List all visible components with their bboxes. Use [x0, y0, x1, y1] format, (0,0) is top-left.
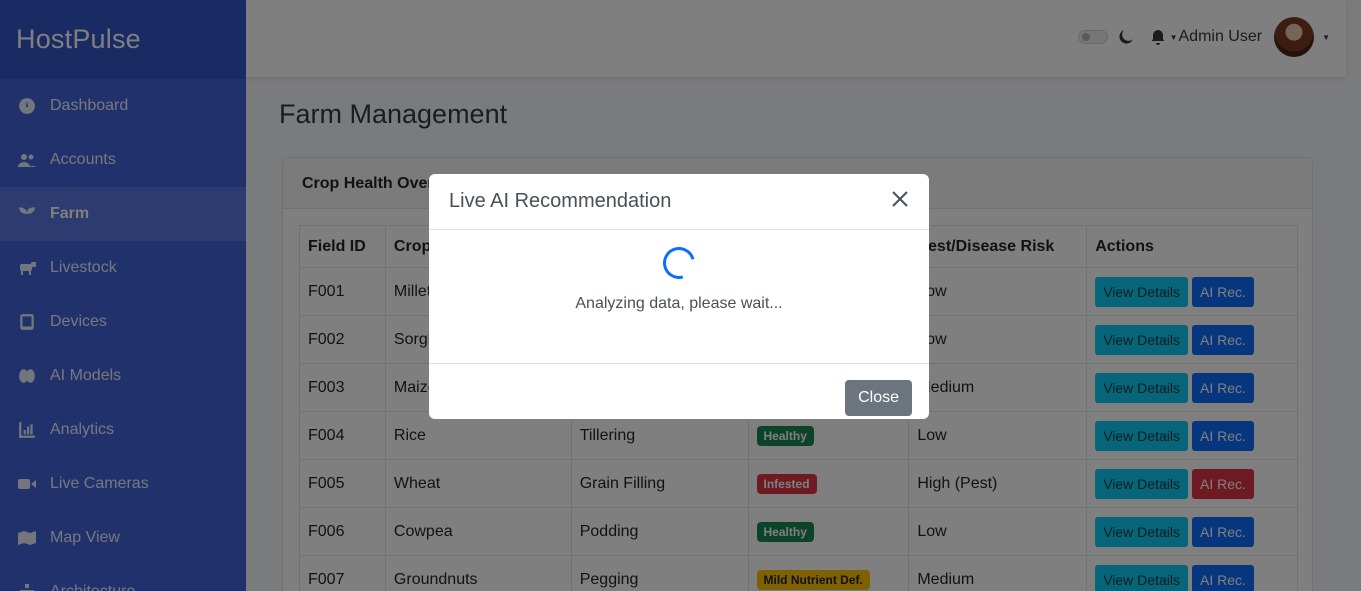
modal-header: Live AI Recommendation	[429, 174, 929, 230]
modal-title: Live AI Recommendation	[449, 190, 672, 212]
modal-footer: Close	[429, 364, 929, 432]
loading-message: Analyzing data, please wait...	[575, 295, 783, 312]
ai-recommendation-modal: Live AI Recommendation Analyzing data, p…	[429, 174, 929, 419]
loading-spinner-icon	[657, 241, 701, 285]
close-button[interactable]: Close	[845, 380, 912, 416]
modal-body: Analyzing data, please wait...	[429, 241, 929, 364]
close-icon[interactable]	[891, 190, 909, 213]
